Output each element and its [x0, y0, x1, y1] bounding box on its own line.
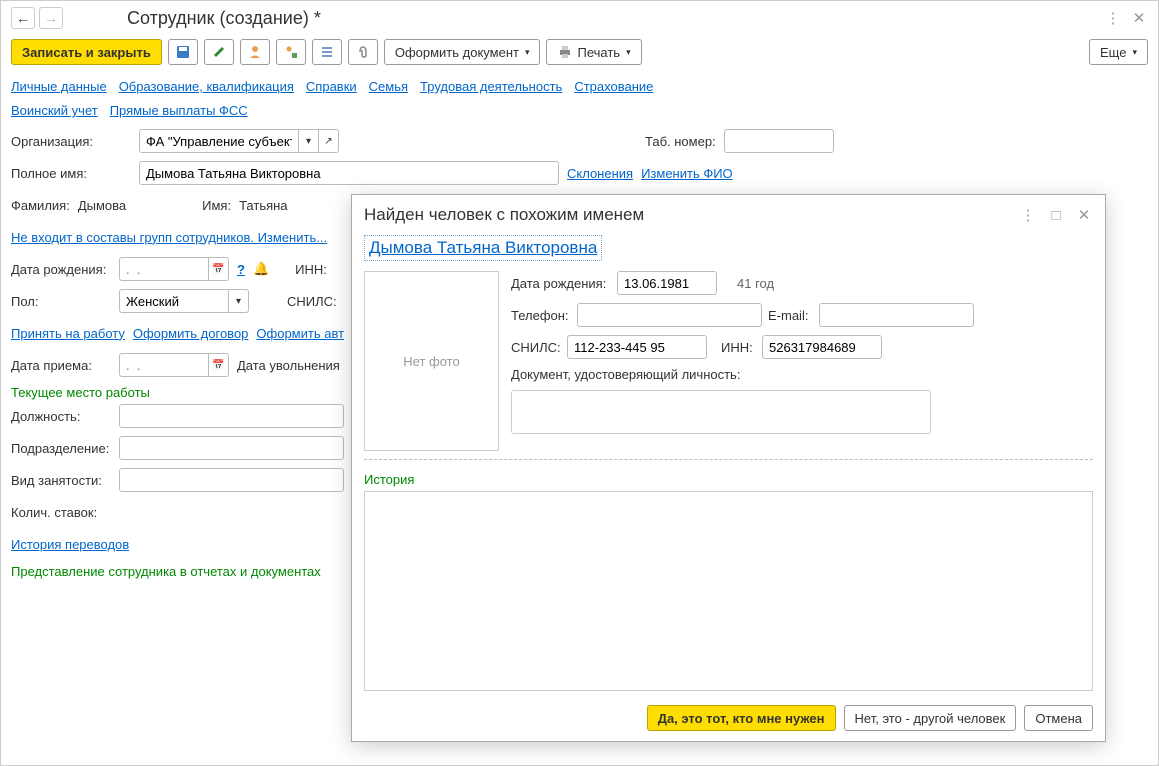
tab-labor[interactable]: Трудовая деятельность [420, 77, 562, 97]
d-snils-input[interactable] [567, 335, 707, 359]
highlight-button[interactable] [204, 39, 234, 65]
d-doc-box[interactable] [511, 390, 931, 434]
menu-dots-icon[interactable]: ⋮ [1104, 9, 1122, 27]
paperclip-icon [355, 44, 371, 60]
print-icon [557, 44, 573, 60]
list-button[interactable] [312, 39, 342, 65]
tabnum-label: Таб. номер: [645, 134, 716, 149]
photo-placeholder: Нет фото [364, 271, 499, 451]
d-phone-label: Телефон: [511, 308, 571, 323]
hire-date-input[interactable] [119, 353, 209, 377]
dept-input[interactable] [119, 436, 344, 460]
save-icon [175, 44, 191, 60]
help-icon[interactable]: ? [237, 262, 245, 277]
groups-link[interactable]: Не входит в составы групп сотрудников. И… [11, 230, 327, 245]
org-input[interactable] [139, 129, 299, 153]
sex-dropdown-icon[interactable]: ▾ [229, 289, 249, 313]
d-snils-label: СНИЛС: [511, 340, 561, 355]
birth-label: Дата рождения: [11, 262, 111, 277]
sex-label: Пол: [11, 294, 111, 309]
hire-calendar-icon[interactable]: 📅 [209, 353, 229, 377]
close-icon[interactable]: ✕ [1130, 9, 1148, 27]
more-button[interactable]: Еще [1089, 39, 1148, 65]
d-inn-input[interactable] [762, 335, 882, 359]
d-doc-label: Документ, удостоверяющий личность: [511, 367, 740, 382]
tab-military[interactable]: Воинский учет [11, 101, 98, 121]
snils-label: СНИЛС: [287, 294, 337, 309]
save-button[interactable] [168, 39, 198, 65]
org-open-icon[interactable]: ↗ [319, 129, 339, 153]
dialog-menu-icon[interactable]: ⋮ [1019, 206, 1037, 224]
print-label: Печать [577, 45, 620, 60]
sex-input[interactable] [119, 289, 229, 313]
position-label: Должность: [11, 409, 111, 424]
tab-fss[interactable]: Прямые выплаты ФСС [110, 101, 248, 121]
dept-label: Подразделение: [11, 441, 111, 456]
d-phone-input[interactable] [577, 303, 762, 327]
history-box [364, 491, 1093, 691]
tab-insurance[interactable]: Страхование [574, 77, 653, 97]
tab-family[interactable]: Семья [369, 77, 408, 97]
list-icon [319, 44, 335, 60]
person-link-icon [283, 44, 299, 60]
tabnum-input[interactable] [724, 129, 834, 153]
fire-date-label: Дата увольнения [237, 358, 340, 373]
no-button[interactable]: Нет, это - другой человек [844, 705, 1017, 731]
print-button[interactable]: Печать [546, 39, 641, 65]
birth-input[interactable] [119, 257, 209, 281]
author-link[interactable]: Оформить авт [256, 326, 344, 341]
person-icon [247, 44, 263, 60]
attach-button[interactable] [348, 39, 378, 65]
surname-label: Фамилия: [11, 198, 70, 213]
cancel-button[interactable]: Отмена [1024, 705, 1093, 731]
d-inn-label: ИНН: [721, 340, 756, 355]
d-birth-label: Дата рождения: [511, 276, 611, 291]
person-name-link[interactable]: Дымова Татьяна Викторовна [364, 235, 602, 261]
page-title: Сотрудник (создание) * [127, 8, 321, 29]
change-fio-link[interactable]: Изменить ФИО [641, 166, 733, 181]
surname-value: Дымова [78, 198, 126, 213]
yes-button[interactable]: Да, это тот, кто мне нужен [647, 705, 836, 731]
divider [364, 459, 1093, 460]
inn-label: ИНН: [295, 262, 327, 277]
position-input[interactable] [119, 404, 344, 428]
d-email-label: E-mail: [768, 308, 813, 323]
rates-label: Колич. ставок: [11, 505, 111, 520]
dialog-close-icon[interactable]: ✕ [1075, 206, 1093, 224]
employment-label: Вид занятости: [11, 473, 111, 488]
save-close-button[interactable]: Записать и закрыть [11, 39, 162, 65]
declension-link[interactable]: Склонения [567, 166, 633, 181]
history-heading: История [364, 472, 1093, 487]
transfers-link[interactable]: История переводов [11, 537, 129, 552]
calendar-icon[interactable]: 📅 [209, 257, 229, 281]
d-birth-input[interactable] [617, 271, 717, 295]
found-person-dialog: Найден человек с похожим именем ⋮ □ ✕ Ды… [351, 194, 1106, 742]
d-email-input[interactable] [819, 303, 974, 327]
fullname-label: Полное имя: [11, 166, 131, 181]
pen-icon [211, 44, 227, 60]
hire-link[interactable]: Принять на работу [11, 326, 125, 341]
age-text: 41 год [737, 276, 774, 291]
bell-icon: 🔔 [253, 261, 269, 277]
employment-input[interactable] [119, 468, 344, 492]
org-label: Организация: [11, 134, 131, 149]
dialog-maximize-icon[interactable]: □ [1047, 206, 1065, 224]
create-document-button[interactable]: Оформить документ [384, 39, 541, 65]
forward-button[interactable]: → [39, 7, 63, 29]
dialog-title: Найден человек с похожим именем [364, 205, 644, 225]
name-value: Татьяна [239, 198, 287, 213]
name-label: Имя: [202, 198, 231, 213]
hire-date-label: Дата приема: [11, 358, 111, 373]
fullname-input[interactable] [139, 161, 559, 185]
tab-education[interactable]: Образование, квалификация [119, 77, 294, 97]
tab-references[interactable]: Справки [306, 77, 357, 97]
tab-personal[interactable]: Личные данные [11, 77, 107, 97]
person-button[interactable] [240, 39, 270, 65]
attach-person-button[interactable] [276, 39, 306, 65]
org-dropdown-icon[interactable]: ▾ [299, 129, 319, 153]
back-button[interactable]: ← [11, 7, 35, 29]
contract-link[interactable]: Оформить договор [133, 326, 249, 341]
